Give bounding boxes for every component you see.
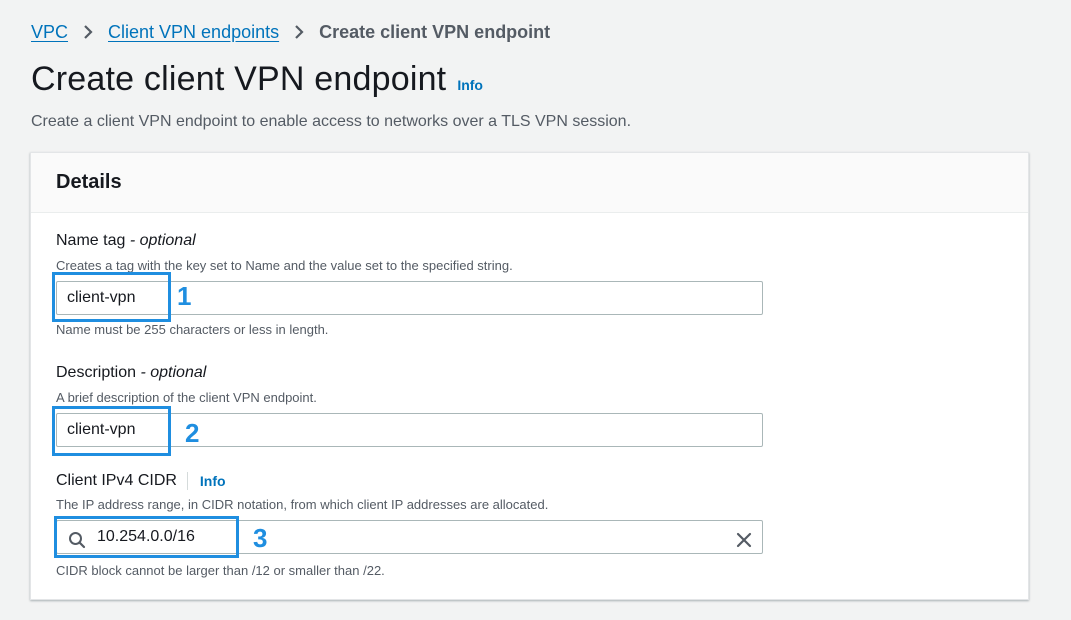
chevron-right-icon xyxy=(80,24,96,40)
description-label: Description - optional xyxy=(56,364,206,382)
annotation-number-1: 1 xyxy=(177,281,192,311)
description-hint: A brief description of the client VPN en… xyxy=(56,390,317,405)
name-tag-hint: Creates a tag with the key set to Name a… xyxy=(56,258,513,273)
breadcrumb: VPC Client VPN endpoints Create client V… xyxy=(31,20,550,44)
page-info-link[interactable]: Info xyxy=(457,77,483,93)
page-header: Create client VPN endpoint Info xyxy=(31,60,483,99)
annotation-box-3 xyxy=(54,516,239,558)
annotation-box-2 xyxy=(52,406,171,456)
name-tag-label: Name tag - optional xyxy=(56,232,196,250)
cidr-label-text: Client IPv4 CIDR xyxy=(56,472,177,489)
annotation-number-3: 3 xyxy=(253,523,268,553)
annotation-box-1 xyxy=(52,272,171,322)
cidr-info-link[interactable]: Info xyxy=(200,473,226,489)
cidr-label: Client IPv4 CIDR Info xyxy=(56,472,226,490)
breadcrumb-current: Create client VPN endpoint xyxy=(319,21,551,42)
page-description: Create a client VPN endpoint to enable a… xyxy=(31,113,632,130)
annotation-number-2: 2 xyxy=(185,418,200,448)
name-tag-label-text: Name tag xyxy=(56,232,126,249)
description-label-text: Description xyxy=(56,364,137,381)
breadcrumb-vpc-link[interactable]: VPC xyxy=(31,22,68,43)
breadcrumb-client-vpn-endpoints-link[interactable]: Client VPN endpoints xyxy=(108,22,279,43)
label-divider xyxy=(186,472,188,490)
name-tag-optional: - optional xyxy=(129,232,196,249)
cidr-hint: The IP address range, in CIDR notation, … xyxy=(56,497,549,512)
description-optional: - optional xyxy=(140,364,207,381)
chevron-right-icon xyxy=(291,24,307,40)
page-title: Create client VPN endpoint xyxy=(31,60,447,98)
cidr-constraint: CIDR block cannot be larger than /12 or … xyxy=(56,563,385,578)
name-tag-constraint: Name must be 255 characters or less in l… xyxy=(56,322,329,337)
details-title: Details xyxy=(56,171,122,193)
details-header: Details xyxy=(31,153,1028,213)
close-icon[interactable] xyxy=(733,529,755,551)
